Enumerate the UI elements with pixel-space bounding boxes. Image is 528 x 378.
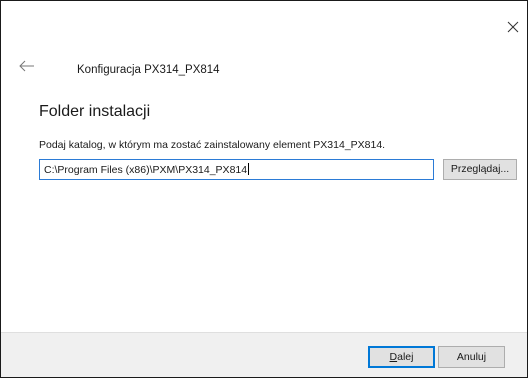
back-button[interactable] (18, 59, 36, 73)
dialog-footer: Dalej Anuluj (1, 332, 527, 377)
close-icon (507, 21, 519, 33)
window-title: Konfiguracja PX314_PX814 (77, 64, 220, 76)
back-arrow-icon (19, 60, 34, 72)
next-button[interactable]: Dalej (368, 346, 435, 368)
browse-button[interactable]: Przeglądaj... (443, 159, 517, 180)
next-button-label: Dalej (389, 351, 414, 363)
instruction-text: Podaj katalog, w którym ma zostać zainst… (39, 139, 386, 151)
cancel-button[interactable]: Anuluj (438, 346, 505, 368)
setup-dialog-window: Konfiguracja PX314_PX814 Folder instalac… (0, 0, 528, 378)
install-path-value: C:\Program Files (x86)\PXM\PX314_PX814 (44, 163, 250, 176)
browse-button-label: Przeglądaj... (450, 163, 510, 175)
cancel-button-label: Anuluj (456, 351, 487, 363)
text-caret (248, 163, 250, 175)
close-button[interactable] (505, 19, 521, 35)
page-heading: Folder instalacji (39, 103, 151, 120)
install-path-input[interactable]: C:\Program Files (x86)\PXM\PX314_PX814 (39, 159, 434, 180)
